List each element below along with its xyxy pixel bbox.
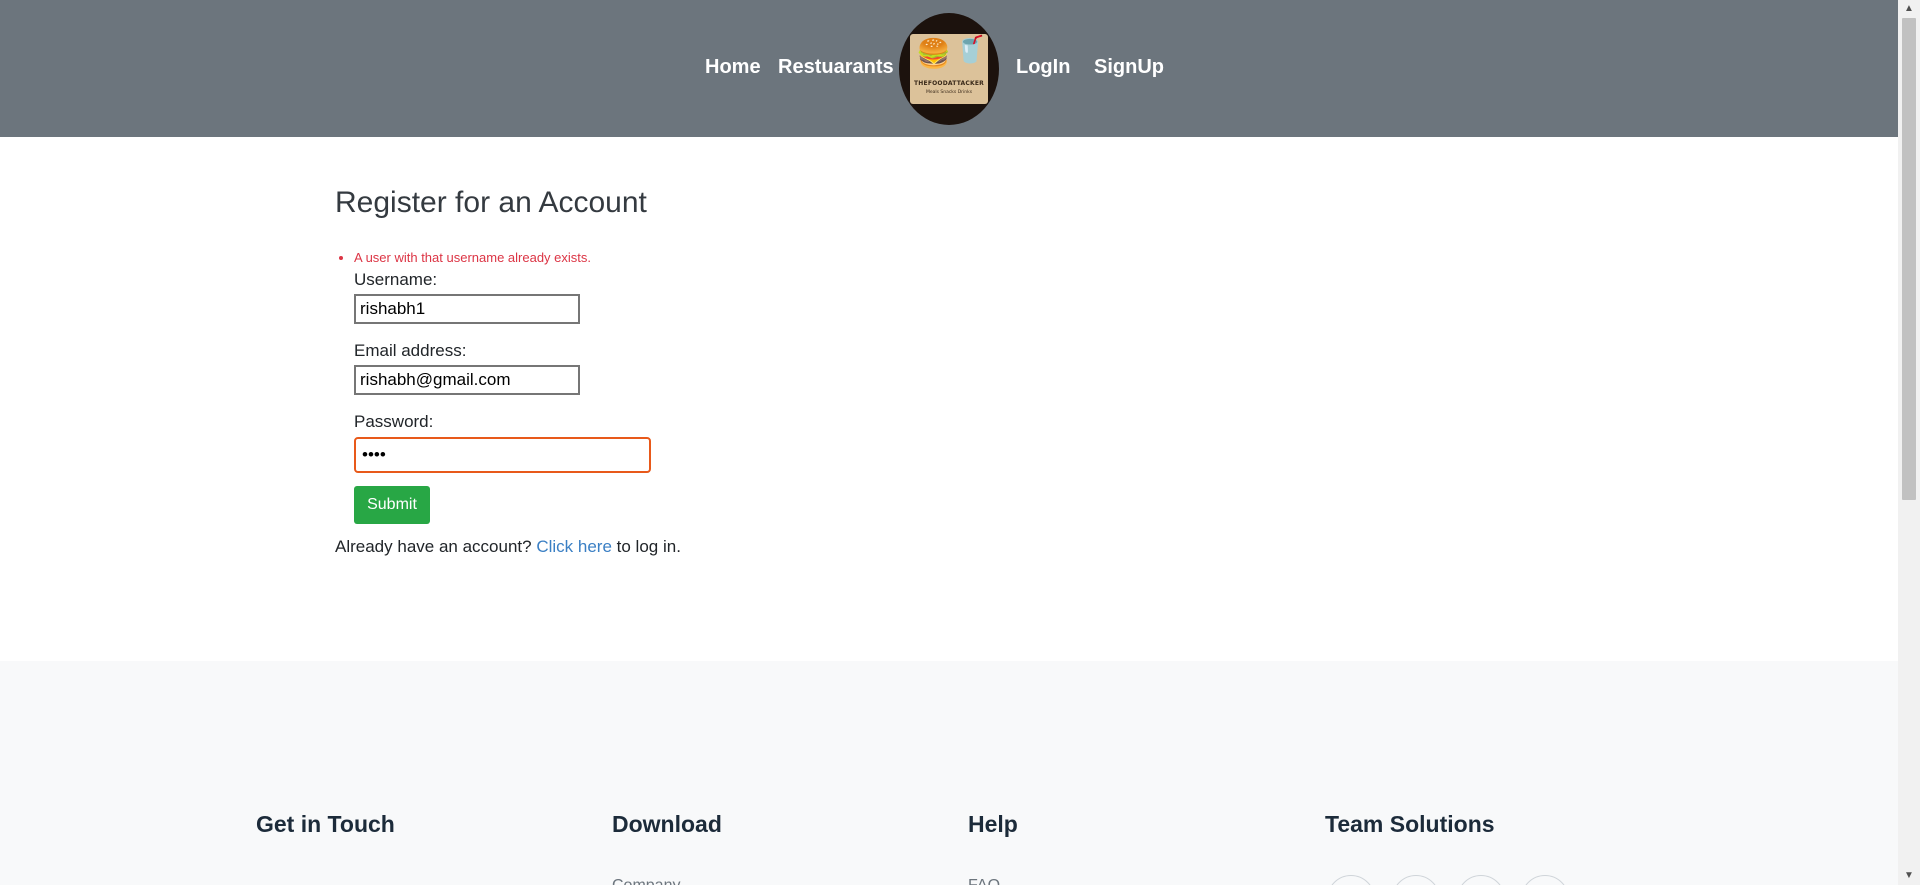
linkedin-icon[interactable]: [1521, 875, 1569, 885]
instagram-icon[interactable]: [1457, 875, 1505, 885]
username-input[interactable]: [354, 294, 580, 324]
footer: Get in Touch Download Help Team Solution…: [0, 661, 1898, 885]
login-prompt: Already have an account? Click here to l…: [335, 537, 681, 557]
email-label: Email address:: [354, 341, 467, 360]
submit-button[interactable]: Submit: [354, 486, 430, 524]
nav-restaurants-link[interactable]: Restuarants: [778, 56, 894, 79]
navbar: Home Restuarants 🍔 🥤 THEFOODATTACKER Mea…: [0, 0, 1898, 137]
logo-badge: 🍔 🥤 THEFOODATTACKER Meals Snacks Drinks: [910, 34, 988, 104]
logo-tagline-text: Meals Snacks Drinks: [925, 90, 973, 95]
footer-link-company[interactable]: Company: [612, 877, 680, 885]
login-prompt-text: Already have an account?: [335, 537, 532, 556]
nav-signup-link[interactable]: SignUp: [1094, 56, 1164, 79]
burger-icon: 🍔: [916, 38, 951, 69]
error-message: A user with that username already exists…: [336, 250, 591, 265]
scrollbar-thumb[interactable]: [1902, 18, 1916, 500]
footer-heading-team-solutions: Team Solutions: [1325, 811, 1495, 837]
vertical-scrollbar[interactable]: ▲ ▼: [1898, 0, 1920, 885]
login-link[interactable]: Click here: [536, 537, 612, 556]
page: Home Restuarants 🍔 🥤 THEFOODATTACKER Mea…: [0, 0, 1898, 885]
error-list: A user with that username already exists…: [336, 250, 591, 265]
footer-heading-help: Help: [968, 811, 1018, 837]
email-input[interactable]: [354, 365, 580, 395]
facebook-icon[interactable]: [1327, 875, 1375, 885]
nav-login-link[interactable]: LogIn: [1016, 56, 1070, 79]
scroll-down-arrow-icon[interactable]: ▼: [1898, 867, 1920, 885]
nav-home-link[interactable]: Home: [705, 56, 761, 79]
logo-brand-text: THEFOODATTACKER: [914, 80, 984, 87]
twitter-icon[interactable]: [1392, 875, 1440, 885]
password-input[interactable]: [354, 437, 651, 473]
drink-icon: 🥤: [954, 34, 987, 64]
scroll-up-arrow-icon[interactable]: ▲: [1898, 0, 1920, 18]
page-title: Register for an Account: [335, 186, 647, 219]
site-logo[interactable]: 🍔 🥤 THEFOODATTACKER Meals Snacks Drinks: [899, 13, 999, 125]
password-label: Password:: [354, 412, 434, 431]
username-label: Username:: [354, 270, 438, 289]
footer-heading-get-in-touch: Get in Touch: [256, 811, 395, 837]
bullet-icon: [339, 256, 343, 260]
error-text: A user with that username already exists…: [354, 250, 592, 265]
footer-link-faq[interactable]: FAQ: [968, 877, 1000, 885]
footer-heading-download: Download: [612, 811, 722, 837]
login-prompt-suffix: to log in.: [616, 537, 681, 556]
